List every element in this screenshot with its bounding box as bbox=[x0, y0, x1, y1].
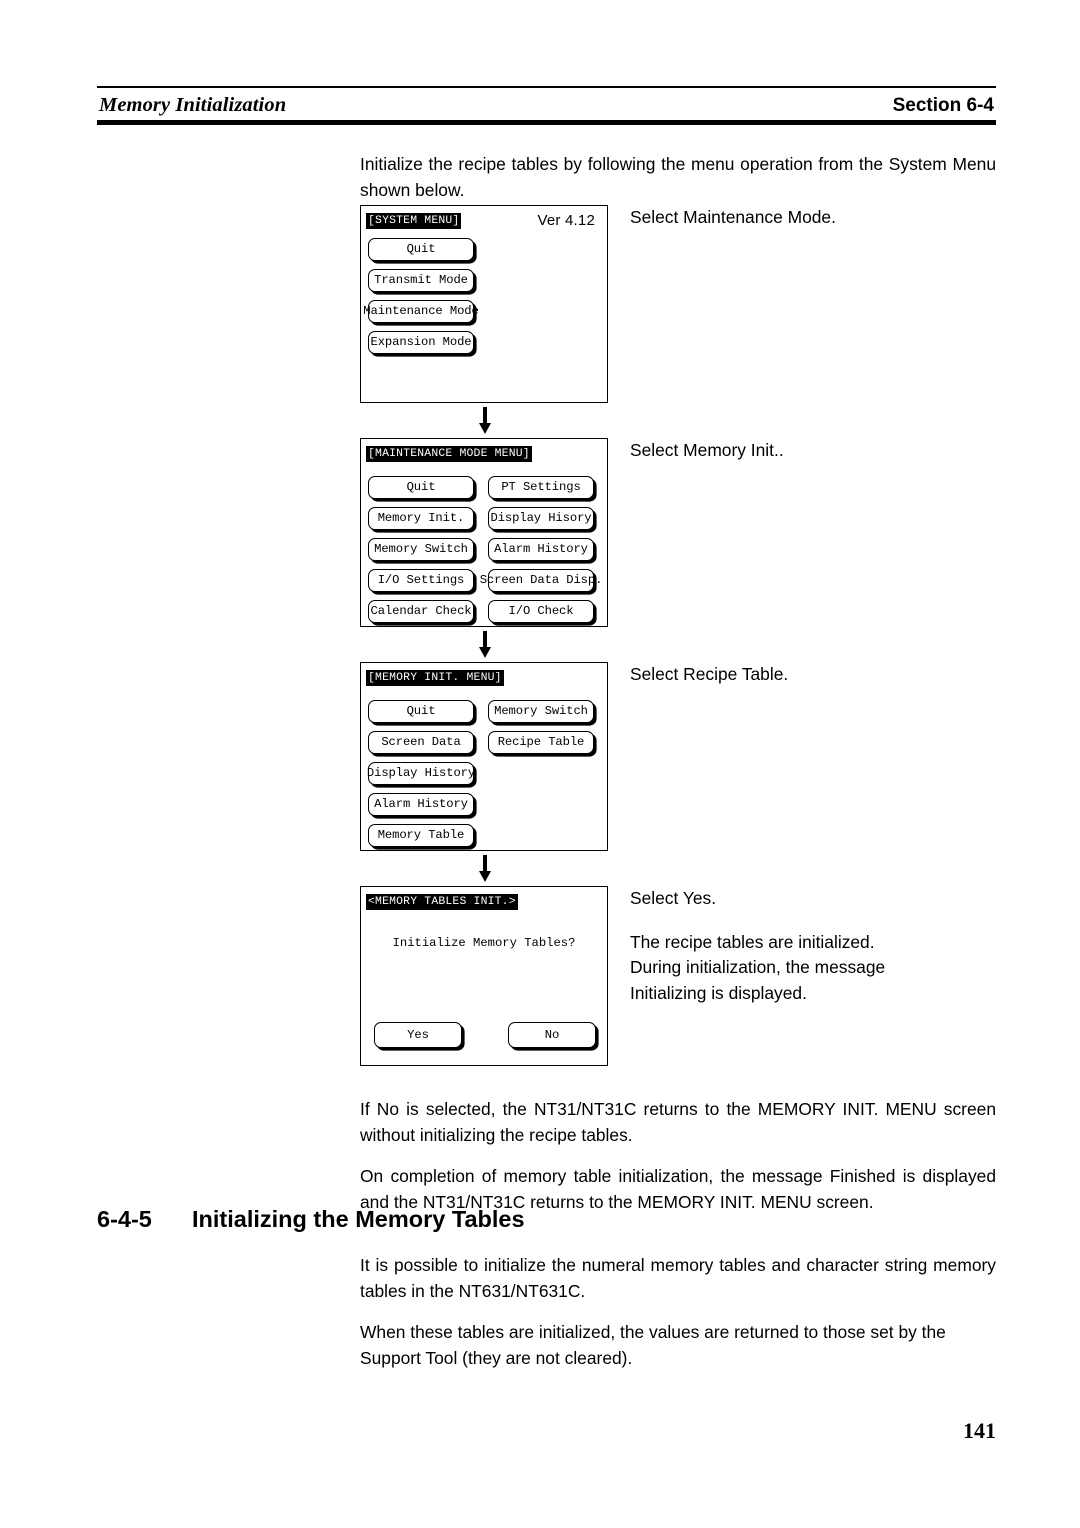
button-alarm-history[interactable]: Alarm History bbox=[368, 793, 474, 816]
button-memory-switch[interactable]: Memory Switch bbox=[488, 700, 594, 723]
flow-step-system-menu: [SYSTEM MENU] Ver 4.12 Quit Transmit Mod… bbox=[360, 205, 996, 403]
annotation-line: Initializing is displayed. bbox=[630, 982, 807, 1003]
section-paragraph-1: It is possible to initialize the numeral… bbox=[360, 1255, 996, 1301]
button-pt-settings[interactable]: PT Settings bbox=[488, 476, 594, 499]
button-column-left: Quit Screen Data Display History Alarm H… bbox=[367, 700, 475, 860]
dialog-message: Initialize Memory Tables? bbox=[392, 936, 576, 950]
annotation-spacer bbox=[630, 912, 996, 930]
button-transmit-mode[interactable]: Transmit Mode bbox=[368, 269, 474, 292]
annotation-system-menu: Select Maintenance Mode. bbox=[608, 205, 996, 231]
button-calendar-check[interactable]: Calendar Check bbox=[368, 600, 474, 623]
screen-title: [SYSTEM MENU] bbox=[366, 213, 462, 229]
button-screen-data[interactable]: Screen Data bbox=[368, 731, 474, 754]
device-screen-maintenance-mode-menu: [MAINTENANCE MODE MENU] Quit Memory Init… bbox=[360, 438, 608, 627]
header-row: Memory Initialization Section 6-4 bbox=[97, 88, 996, 120]
button-grid: Quit Screen Data Display History Alarm H… bbox=[367, 700, 602, 860]
annotation-line: Select Maintenance Mode. bbox=[630, 207, 836, 227]
button-recipe-table[interactable]: Recipe Table bbox=[488, 731, 594, 754]
button-quit[interactable]: Quit bbox=[368, 700, 474, 723]
screen-body: Quit Memory Init. Memory Switch I/O Sett… bbox=[366, 462, 602, 633]
button-alarm-history[interactable]: Alarm History bbox=[488, 538, 594, 561]
button-grid: Quit Memory Init. Memory Switch I/O Sett… bbox=[368, 476, 602, 631]
screen-title: <MEMORY TABLES INIT.> bbox=[366, 894, 518, 910]
header-rule-bottom bbox=[97, 120, 996, 125]
screen-title: [MAINTENANCE MODE MENU] bbox=[366, 446, 532, 462]
annotation-line: During initialization, the message bbox=[630, 957, 886, 977]
button-column-right: PT Settings Display Hisory Alarm History… bbox=[480, 476, 602, 631]
dialog-button-row: Yes No bbox=[374, 1022, 596, 1048]
screen-body: Quit Screen Data Display History Alarm H… bbox=[366, 686, 602, 862]
button-quit[interactable]: Quit bbox=[368, 476, 474, 499]
button-quit[interactable]: Quit bbox=[368, 238, 474, 261]
button-screen-data-disp[interactable]: Screen Data Disp. bbox=[480, 569, 602, 592]
screen-body: Quit Transmit Mode Maintenance Mode Expa… bbox=[363, 229, 602, 392]
button-display-history[interactable]: Display History bbox=[367, 762, 475, 785]
button-no[interactable]: No bbox=[508, 1022, 596, 1048]
running-title: Memory Initialization bbox=[99, 94, 287, 116]
arrow-down-icon bbox=[479, 407, 491, 434]
button-memory-table[interactable]: Memory Table bbox=[368, 824, 474, 847]
flow-step-memory-tables-init-dialog: <MEMORY TABLES INIT.> Initialize Memory … bbox=[360, 886, 996, 1066]
button-column-left: Quit Memory Init. Memory Switch I/O Sett… bbox=[368, 476, 474, 631]
section-paragraph-2: When these tables are initialized, the v… bbox=[360, 1322, 946, 1368]
section-reference: Section 6-4 bbox=[892, 95, 994, 116]
button-yes[interactable]: Yes bbox=[374, 1022, 462, 1048]
section-heading: 6-4-5 Initializing the Memory Tables bbox=[97, 1206, 996, 1233]
intro-paragraph-block: Initialize the recipe tables by followin… bbox=[360, 152, 996, 203]
button-maintenance-mode[interactable]: Maintenance Mode bbox=[363, 300, 479, 323]
annotation-line: Select Memory Init.. bbox=[630, 440, 784, 460]
annotation-line: Select Yes. bbox=[630, 888, 717, 908]
arrow-down-icon bbox=[479, 631, 491, 658]
intro-paragraph: Initialize the recipe tables by followin… bbox=[360, 154, 996, 200]
button-io-settings[interactable]: I/O Settings bbox=[368, 569, 474, 592]
page-header: Memory Initialization Section 6-4 bbox=[97, 86, 996, 125]
version-label: Ver 4.12 bbox=[537, 212, 595, 229]
annotation-memory-tables-init: Select Yes. The recipe tables are initia… bbox=[608, 886, 996, 1006]
button-io-check[interactable]: I/O Check bbox=[488, 600, 594, 623]
device-screen-memory-tables-init: <MEMORY TABLES INIT.> Initialize Memory … bbox=[360, 886, 608, 1066]
annotation-memory-init-menu: Select Recipe Table. bbox=[608, 662, 996, 688]
button-display-history[interactable]: Display Hisory bbox=[488, 507, 594, 530]
button-column-left: Quit Transmit Mode Maintenance Mode Expa… bbox=[363, 238, 602, 362]
page-number: 141 bbox=[963, 1418, 996, 1443]
device-screen-system-menu: [SYSTEM MENU] Ver 4.12 Quit Transmit Mod… bbox=[360, 205, 608, 403]
screen-filler bbox=[488, 762, 594, 860]
section-number: 6-4-5 bbox=[97, 1206, 152, 1232]
menu-flow-diagram: [SYSTEM MENU] Ver 4.12 Quit Transmit Mod… bbox=[360, 205, 996, 1066]
flow-arrow-1 bbox=[360, 403, 610, 438]
flow-step-memory-init-menu: [MEMORY INIT. MENU] Quit Screen Data Dis… bbox=[360, 662, 996, 851]
post-diagram-paragraphs: If No is selected, the NT31/NT31C return… bbox=[360, 1097, 996, 1215]
screen-title: [MEMORY INIT. MENU] bbox=[366, 670, 504, 686]
section-title: Initializing the Memory Tables bbox=[192, 1206, 525, 1232]
screen-body: Initialize Memory Tables? Yes No bbox=[366, 910, 602, 1060]
button-column-right: Memory Switch Recipe Table bbox=[488, 700, 594, 860]
button-expansion-mode[interactable]: Expansion Mode bbox=[368, 331, 474, 354]
section-paragraphs: It is possible to initialize the numeral… bbox=[360, 1253, 996, 1371]
device-screen-memory-init-menu: [MEMORY INIT. MENU] Quit Screen Data Dis… bbox=[360, 662, 608, 851]
annotation-maintenance-mode-menu: Select Memory Init.. bbox=[608, 438, 996, 464]
annotation-line: The recipe tables are initialized. bbox=[630, 931, 875, 952]
button-memory-switch[interactable]: Memory Switch bbox=[368, 538, 474, 561]
button-memory-init[interactable]: Memory Init. bbox=[368, 507, 474, 530]
flow-step-maintenance-mode-menu: [MAINTENANCE MODE MENU] Quit Memory Init… bbox=[360, 438, 996, 627]
annotation-line: Select Recipe Table. bbox=[630, 664, 789, 684]
paragraph-no-selected: If No is selected, the NT31/NT31C return… bbox=[360, 1099, 996, 1145]
screen-filler bbox=[368, 362, 602, 392]
